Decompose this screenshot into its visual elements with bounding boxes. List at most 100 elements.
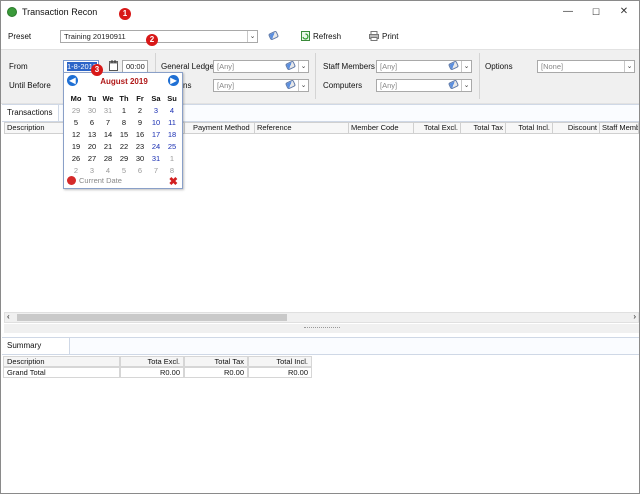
calendar-day[interactable]: 5 bbox=[116, 166, 132, 175]
calendar-day[interactable]: 9 bbox=[132, 118, 148, 127]
print-label: Print bbox=[382, 31, 399, 41]
column-header[interactable]: Total Excl. bbox=[414, 123, 461, 133]
calendar-day[interactable]: 13 bbox=[84, 130, 100, 139]
column-header[interactable]: Staff Membe bbox=[600, 123, 638, 133]
column-header[interactable]: Total Incl. bbox=[248, 356, 312, 367]
calendar-day[interactable]: 6 bbox=[84, 118, 100, 127]
day-of-week-label: We bbox=[102, 94, 114, 103]
calendar-day[interactable]: 16 bbox=[132, 130, 148, 139]
splitter-handle[interactable] bbox=[4, 324, 639, 333]
column-header[interactable]: Discount bbox=[553, 123, 600, 133]
from-label: From bbox=[9, 62, 28, 71]
close-calendar-icon[interactable]: ✖ bbox=[169, 175, 178, 188]
calendar-day[interactable]: 3 bbox=[84, 166, 100, 175]
preset-select[interactable]: Training 20190911 ⌄ bbox=[60, 30, 258, 43]
scroll-right-icon[interactable]: › bbox=[633, 312, 636, 321]
calendar-day[interactable]: 30 bbox=[132, 154, 148, 163]
calendar-day[interactable]: 29 bbox=[68, 106, 84, 115]
calendar-day[interactable]: 29 bbox=[116, 154, 132, 163]
calendar-day[interactable]: 15 bbox=[116, 130, 132, 139]
calendar-day[interactable]: 7 bbox=[100, 118, 116, 127]
calendar-day[interactable]: 28 bbox=[100, 154, 116, 163]
general-ledgers-label: General Ledgers bbox=[161, 62, 221, 71]
refresh-button[interactable]: Refresh bbox=[301, 31, 341, 41]
maximize-button[interactable]: ☐ bbox=[589, 5, 603, 19]
preset-bar: Preset Training 20190911 ⌄ 2 Refresh Pri… bbox=[1, 23, 639, 49]
column-header[interactable]: Reference bbox=[255, 123, 349, 133]
calendar-day[interactable]: 1 bbox=[164, 154, 180, 163]
calendar-day[interactable]: 23 bbox=[132, 142, 148, 151]
computers-value: [Any] bbox=[380, 81, 398, 90]
minimize-button[interactable]: — bbox=[561, 5, 575, 19]
calendar-day[interactable]: 26 bbox=[68, 154, 84, 163]
divider bbox=[315, 53, 316, 99]
options-select[interactable]: [None] ⌄ bbox=[537, 60, 635, 73]
chevron-down-icon[interactable]: ⌄ bbox=[461, 61, 471, 72]
column-header[interactable]: Member Code bbox=[349, 123, 414, 133]
calendar-day[interactable]: 18 bbox=[164, 130, 180, 139]
chevron-down-icon[interactable]: ⌄ bbox=[461, 80, 471, 91]
calendar-day[interactable]: 14 bbox=[100, 130, 116, 139]
calendar-day[interactable]: 21 bbox=[100, 142, 116, 151]
calendar-day[interactable]: 7 bbox=[148, 166, 164, 175]
calendar-day[interactable]: 27 bbox=[84, 154, 100, 163]
calendar-day[interactable]: 10 bbox=[148, 118, 164, 127]
summary-tabbar: Summary bbox=[2, 337, 639, 355]
chevron-down-icon[interactable]: ⌄ bbox=[247, 31, 257, 42]
until-before-label: Until Before bbox=[9, 81, 51, 90]
print-button[interactable]: Print bbox=[369, 31, 398, 41]
column-header[interactable]: Payment Method bbox=[191, 123, 255, 133]
calendar-day[interactable]: 1 bbox=[116, 106, 132, 115]
tab-summary[interactable]: Summary bbox=[2, 338, 70, 354]
calendar-day[interactable]: 4 bbox=[164, 106, 180, 115]
chevron-down-icon[interactable]: ⌄ bbox=[298, 61, 308, 72]
day-of-week-label: Su bbox=[167, 94, 177, 103]
calendar-day[interactable]: 19 bbox=[68, 142, 84, 151]
calendar-day[interactable]: 25 bbox=[164, 142, 180, 151]
calendar-day[interactable]: 4 bbox=[100, 166, 116, 175]
tab-transactions[interactable]: Transactions bbox=[2, 105, 59, 121]
day-of-week-label: Fr bbox=[136, 94, 144, 103]
horizontal-scrollbar[interactable]: ‹ › bbox=[4, 312, 639, 323]
chevron-down-icon[interactable]: ⌄ bbox=[624, 61, 634, 72]
calendar-day[interactable]: 12 bbox=[68, 130, 84, 139]
chevron-down-icon[interactable]: ⌄ bbox=[298, 80, 308, 91]
calendar-day[interactable]: 2 bbox=[68, 166, 84, 175]
column-header[interactable]: Description bbox=[3, 356, 120, 367]
summary-cell: R0.00 bbox=[248, 367, 312, 378]
next-month-icon[interactable]: ▶ bbox=[168, 75, 179, 86]
calendar-day[interactable]: 6 bbox=[132, 166, 148, 175]
main-window: Transaction Recon — ☐ ✕ 1 Preset Trainin… bbox=[0, 0, 640, 494]
from-time-value: 00:00 bbox=[126, 62, 145, 71]
column-header[interactable]: Total Tax bbox=[184, 356, 248, 367]
current-date-label: Current Date bbox=[79, 176, 122, 185]
column-header[interactable]: Tota Excl. bbox=[120, 356, 184, 367]
column-header[interactable]: Total Tax bbox=[461, 123, 506, 133]
close-button[interactable]: ✕ bbox=[617, 5, 631, 19]
calendar-day[interactable]: 8 bbox=[164, 166, 180, 175]
calendar-day[interactable]: 24 bbox=[148, 142, 164, 151]
staff-members-label: Staff Members bbox=[323, 62, 375, 71]
calendar-day[interactable]: 22 bbox=[116, 142, 132, 151]
column-header[interactable]: Total Incl. bbox=[506, 123, 553, 133]
calendar-day[interactable]: 11 bbox=[164, 118, 180, 127]
calendar-day[interactable]: 30 bbox=[84, 106, 100, 115]
calendar-day[interactable]: 20 bbox=[84, 142, 100, 151]
scrollbar-thumb[interactable] bbox=[17, 314, 287, 321]
calendar-day[interactable]: 5 bbox=[68, 118, 84, 127]
step-badge-2: 2 bbox=[146, 34, 158, 46]
day-of-week-label: Mo bbox=[70, 94, 82, 103]
scroll-left-icon[interactable]: ‹ bbox=[7, 312, 10, 321]
options-value: [None] bbox=[541, 62, 564, 71]
calendar-day[interactable]: 3 bbox=[148, 106, 164, 115]
calendar-day[interactable]: 17 bbox=[148, 130, 164, 139]
calendar-day[interactable]: 31 bbox=[100, 106, 116, 115]
calendar-day[interactable]: 2 bbox=[132, 106, 148, 115]
calendar-day[interactable]: 8 bbox=[116, 118, 132, 127]
calendar-icon[interactable] bbox=[109, 60, 118, 71]
calendar-day[interactable]: 31 bbox=[148, 154, 164, 163]
clear-preset-icon[interactable] bbox=[267, 30, 280, 41]
summary-cell: R0.00 bbox=[120, 367, 184, 378]
preset-value: Training 20190911 bbox=[64, 32, 126, 41]
current-date-button[interactable]: Current Date bbox=[67, 176, 122, 185]
